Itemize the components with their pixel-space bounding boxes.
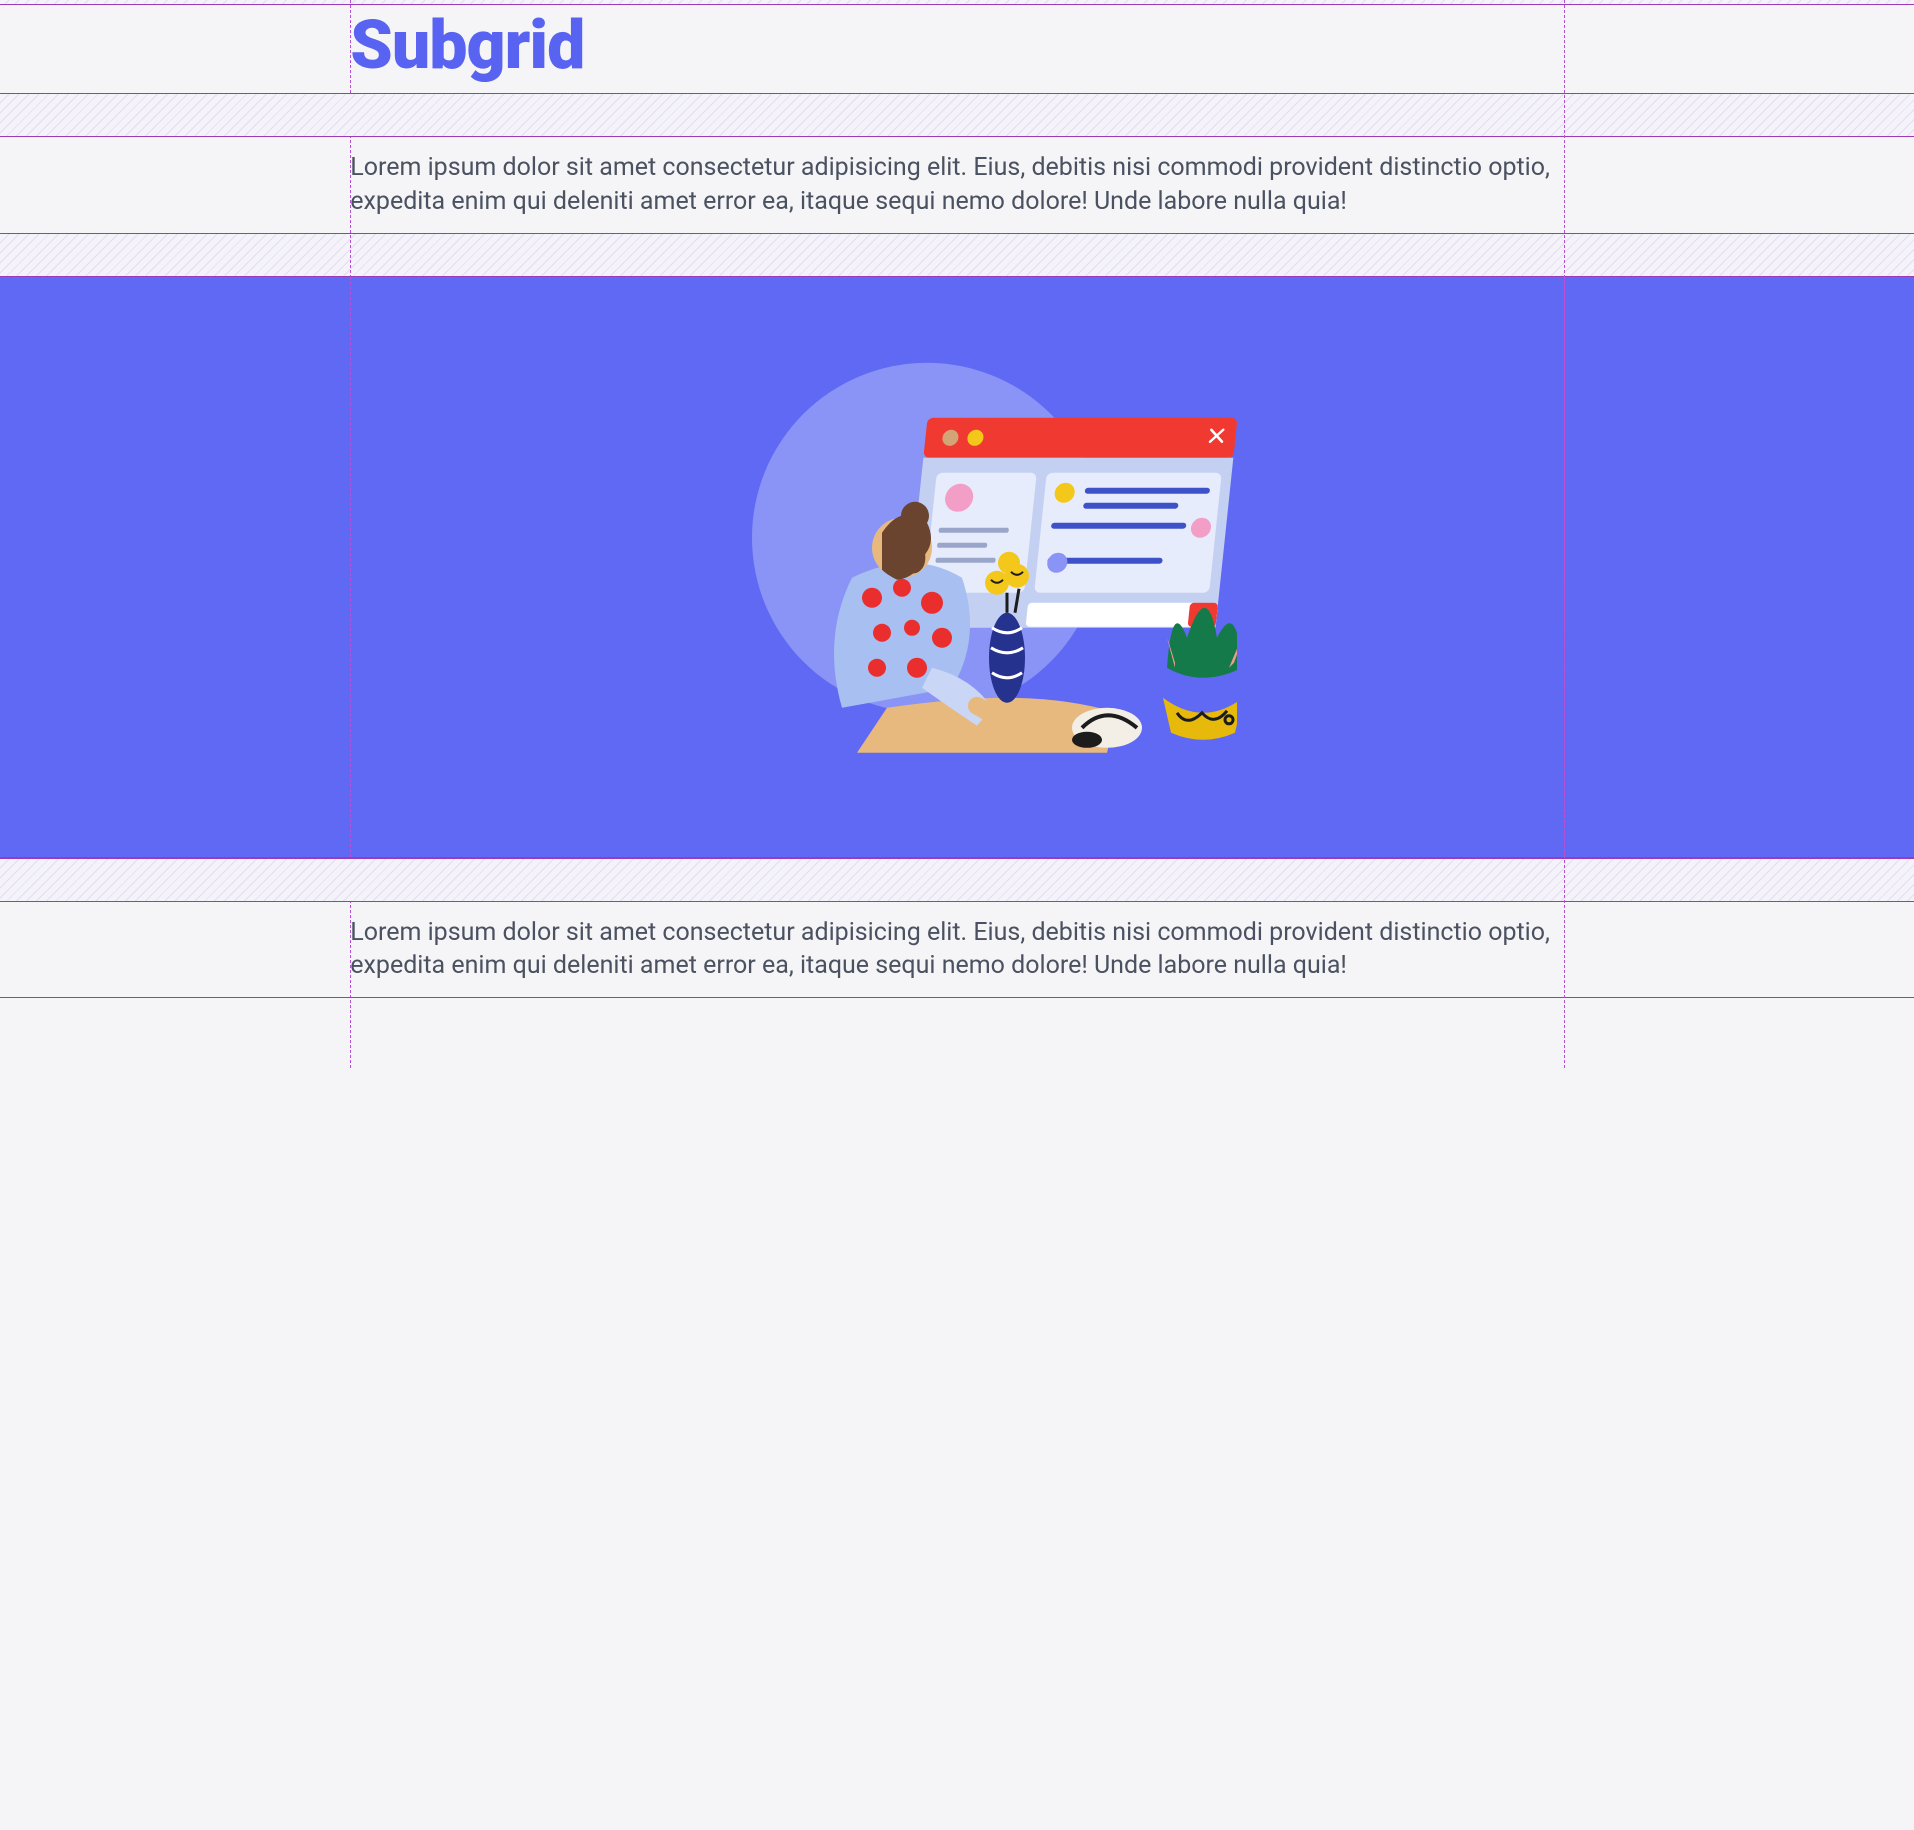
paragraph-row: Lorem ipsum dolor sit amet consectetur a…: [0, 137, 1914, 233]
grid-gap-hatch: [0, 858, 1914, 902]
page: Subgrid Lorem ipsum dolor sit amet conse…: [0, 0, 1914, 1068]
full-bleed-illustration-panel: [0, 276, 1914, 858]
person-with-laptop-illustration: [677, 327, 1237, 787]
page-title: Subgrid: [350, 5, 1564, 93]
intro-paragraph: Lorem ipsum dolor sit amet consectetur a…: [350, 137, 1564, 233]
heading-row: Subgrid: [0, 5, 1914, 93]
grid-gap-hatch: [0, 233, 1914, 276]
trailing-space: [0, 998, 1914, 1068]
grid-gap-hatch: [0, 93, 1914, 137]
paragraph-row: Lorem ipsum dolor sit amet consectetur a…: [0, 902, 1914, 999]
outro-paragraph: Lorem ipsum dolor sit amet consectetur a…: [350, 902, 1564, 998]
